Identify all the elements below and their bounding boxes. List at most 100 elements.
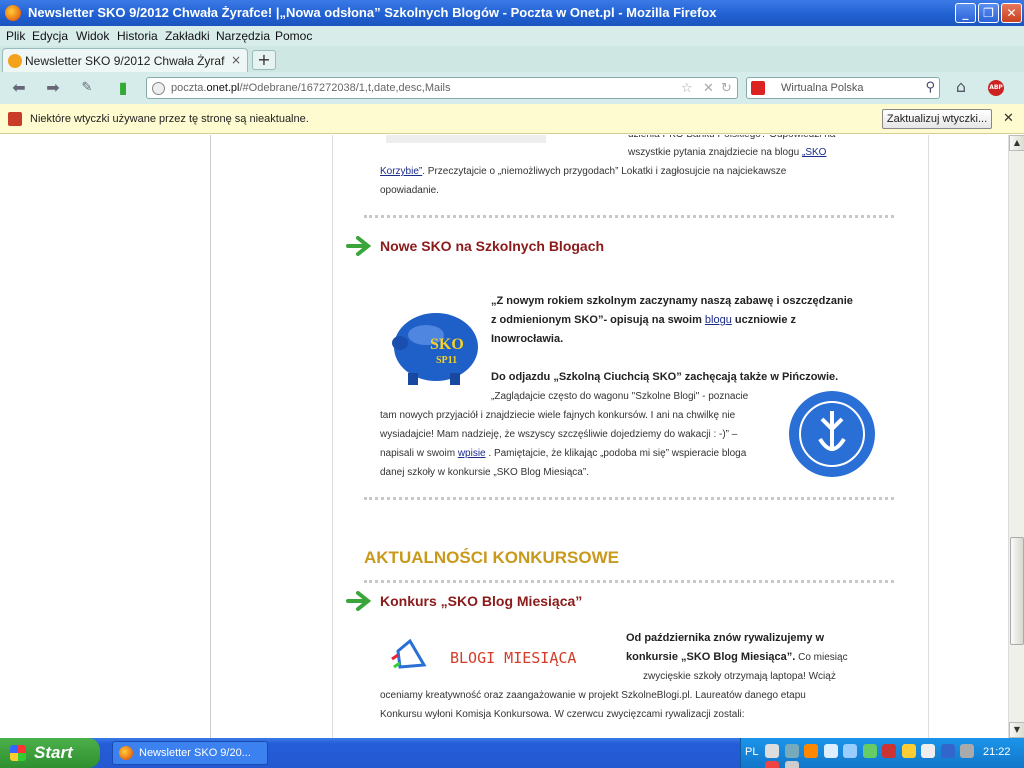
text-line: oceniamy kreatywność oraz zaangażowanie …	[380, 690, 806, 701]
bookmark-star-icon[interactable]: ☆	[681, 81, 693, 96]
search-engine-icon[interactable]	[751, 81, 765, 95]
menu-pomoc[interactable]: Pomoc	[275, 29, 312, 43]
text-line: tam nowych przyjaciół i znajdziecie wiel…	[380, 410, 736, 421]
blog-link-wpis[interactable]: wpisie	[458, 448, 486, 459]
notification-message: Niektóre wtyczki używane przez tę stronę…	[30, 113, 309, 125]
tray-misc-icon[interactable]	[784, 761, 799, 768]
menu-zakladki[interactable]: Zakładki	[165, 29, 210, 43]
green-arrow-icon	[346, 591, 372, 611]
start-label: Start	[34, 743, 73, 762]
tab-newsletter[interactable]: Newsletter SKO 9/2012 Chwała Żyrafce! |„…	[2, 48, 248, 72]
addon-icon[interactable]: ✎	[76, 78, 98, 98]
tray-app-icon[interactable]	[804, 744, 818, 758]
home-icon[interactable]: ⌂	[950, 77, 972, 99]
taskbar-firefox-window[interactable]: Newsletter SKO 9/20...	[112, 741, 268, 765]
stop-icon[interactable]: ✕	[703, 81, 714, 96]
blog-link-inowroclaw[interactable]: blogu	[705, 314, 732, 326]
system-tray: PL 21:22	[740, 738, 1024, 768]
menu-historia[interactable]: Historia	[117, 29, 158, 43]
search-placeholder: Wirtualna Polska	[781, 82, 864, 94]
piggy-bank-image: SKO SP11	[392, 313, 478, 385]
section-heading-konkurs: Konkurs „SKO Blog Miesiąca”	[380, 593, 583, 609]
blog-link-sko-korzybie-2[interactable]: Korzybie”	[380, 166, 422, 177]
tray-tool-icon[interactable]	[843, 744, 857, 758]
menu-widok[interactable]: Widok	[76, 29, 109, 43]
update-plugins-button[interactable]: Zaktualizuj wtyczki...	[882, 109, 992, 129]
tray-sound-icon[interactable]	[823, 744, 838, 758]
text-line: Do odjazdu „Szkolną Ciuchcią SKO” zachęc…	[491, 371, 839, 383]
plugin-warning-icon	[8, 112, 22, 126]
blogi-logo-text: BLOGI MIESIĄCA	[450, 649, 576, 667]
plugin-notification-bar: Niektóre wtyczki używane przez tę stronę…	[0, 104, 1024, 134]
dotted-separator	[364, 215, 894, 218]
text-fragment: . Pamiętajcie, że klikając „podoba mi si…	[485, 448, 747, 459]
language-indicator[interactable]: PL	[745, 746, 758, 758]
dotted-separator	[364, 497, 894, 500]
menu-narzedzia[interactable]: Narzędzia	[216, 29, 270, 43]
clock: 21:22	[983, 746, 1011, 758]
text-fragment: uczniowie z	[731, 314, 797, 326]
search-icon[interactable]: ⚲	[925, 80, 935, 95]
url-bar[interactable]: poczta.onet.pl/#Odebrane/167272038/1,t,d…	[146, 77, 738, 99]
text-line: napisali w swoim wpisie . Pamiętajcie, ż…	[380, 444, 746, 463]
tray-device-icon[interactable]	[921, 744, 935, 758]
text-line: zwycięskie szkoły otrzymają laptopa! Wci…	[643, 671, 836, 682]
scroll-thumb[interactable]	[1010, 537, 1024, 645]
vertical-scrollbar[interactable]: ▲ ▼	[1008, 135, 1024, 738]
back-arrow-icon[interactable]: ⬅	[8, 78, 30, 98]
tray-printer-icon[interactable]	[960, 744, 974, 758]
divider	[210, 135, 211, 738]
text-line: Inowrocławia.	[491, 333, 564, 345]
divider	[332, 135, 333, 738]
tab-strip: Newsletter SKO 9/2012 Chwała Żyrafce! |„…	[0, 46, 1024, 72]
text-fragment: . Przeczytajcie o „niemożliwych przygoda…	[422, 166, 787, 177]
url-text[interactable]: poczta.onet.pl/#Odebrane/167272038/1,t,d…	[171, 82, 450, 94]
menu-plik[interactable]: Plik	[6, 29, 25, 43]
text-line: z odmienionym SKO”- opisują na swoim blo…	[491, 311, 796, 330]
search-bar[interactable]: Wirtualna Polska ⚲	[746, 77, 940, 99]
blogi-miesiaca-logo: BLOGI MIESIĄCA	[391, 638, 576, 669]
adblock-icon[interactable]: ABP	[988, 80, 1004, 96]
menu-edycja[interactable]: Edycja	[32, 29, 68, 43]
tray-power-icon[interactable]	[940, 744, 955, 758]
firefox-icon	[119, 746, 133, 760]
onet-favicon-icon	[8, 54, 22, 68]
reload-icon[interactable]: ↻	[721, 81, 732, 96]
divider	[928, 135, 929, 738]
page-content: dzienia PKO Banku Polskiego? Odpowiedzi …	[0, 135, 1008, 738]
maximize-button[interactable]: ❐	[978, 3, 999, 23]
signal-bars-icon[interactable]: ▮	[112, 78, 134, 98]
start-button[interactable]: Start	[0, 738, 100, 768]
new-tab-button[interactable]: +	[252, 50, 276, 70]
section-title-aktualnosci: AKTUALNOŚCI KONKURSOWE	[364, 548, 619, 567]
tray-shield-icon[interactable]	[862, 744, 877, 758]
minimize-button[interactable]: _	[955, 3, 976, 23]
text-fragment: Co miesiąc	[795, 652, 848, 663]
firefox-icon	[5, 5, 21, 21]
scroll-up-button[interactable]: ▲	[1009, 135, 1024, 151]
cropped-image	[386, 135, 546, 143]
text-fragment: napisali w swoim	[380, 448, 458, 459]
text-line: danej szkoły w konkursie „SKO Blog Miesi…	[380, 467, 589, 478]
tray-network-icon[interactable]	[784, 744, 799, 758]
section-heading-nowe-sko: Nowe SKO na Szkolnych Blogach	[380, 238, 605, 254]
forward-arrow-icon[interactable]: ➡	[42, 78, 64, 98]
site-identity-icon[interactable]	[152, 82, 165, 95]
tray-security-icon[interactable]	[882, 744, 896, 758]
tray-alert-icon[interactable]	[765, 761, 779, 768]
text-line: opowiadanie.	[380, 185, 439, 196]
close-notification-icon[interactable]: ✕	[1003, 111, 1014, 126]
text-fragment: wszystkie pytania znajdziecie na blogu	[628, 147, 802, 158]
text-line: Konkursu wyłoni Komisja Konkursowa. W cz…	[380, 709, 745, 720]
tray-update-icon[interactable]	[901, 744, 916, 758]
scroll-down-button[interactable]: ▼	[1009, 722, 1024, 738]
tray-back-icon[interactable]	[765, 744, 779, 758]
close-window-button[interactable]: ✕	[1001, 3, 1022, 23]
url-domain: onet.pl	[206, 82, 240, 94]
url-path: /#Odebrane/167272038/1,t,date,desc,Mails	[239, 82, 451, 94]
text-line: Korzybie”. Przeczytajcie o „niemożliwych…	[380, 162, 786, 181]
tab-label: Newsletter SKO 9/2012 Chwała Żyrafce! |„…	[25, 54, 225, 68]
blog-link-sko-korzybie[interactable]: „SKO	[802, 147, 826, 158]
piggy-label: SKO	[430, 336, 464, 353]
tab-close-icon[interactable]: ×	[231, 53, 241, 67]
